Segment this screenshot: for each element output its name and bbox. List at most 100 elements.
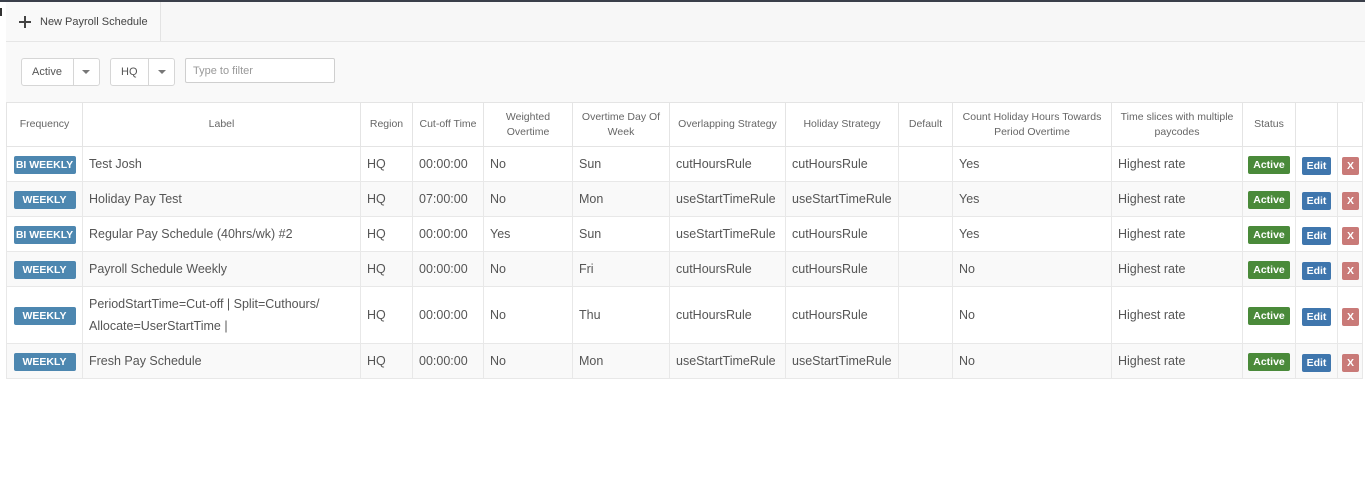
label-cell: Holiday Pay Test bbox=[82, 181, 361, 217]
holiday-cell: cutHoursRule bbox=[785, 286, 899, 344]
holiday-cell: useStartTimeRule bbox=[785, 343, 899, 379]
edit-button[interactable]: Edit bbox=[1301, 307, 1332, 326]
time-slices-cell: Highest rate bbox=[1111, 251, 1243, 287]
label-cell: PeriodStartTime=Cut-off | Split=Cuthours… bbox=[82, 286, 361, 344]
header-overlapping-strategy[interactable]: Overlapping Strategy bbox=[669, 102, 786, 147]
table-row: WEEKLY Fresh Pay Schedule HQ 00:00:00 No Mon u… bbox=[6, 343, 1363, 379]
delete-cell: X bbox=[1337, 286, 1363, 344]
status-badge: Active bbox=[1248, 353, 1290, 371]
cutoff-cell: 00:00:00 bbox=[412, 251, 484, 287]
default-cell bbox=[898, 251, 953, 287]
header-cutoff-time[interactable]: Cut-off Time bbox=[412, 102, 484, 147]
header-weighted-overtime[interactable]: Weighted Overtime bbox=[483, 102, 573, 147]
count-holiday-cell: Yes bbox=[952, 181, 1112, 217]
overlapping-cell: cutHoursRule bbox=[669, 286, 786, 344]
delete-button[interactable]: X bbox=[1342, 156, 1360, 175]
edit-button[interactable]: Edit bbox=[1301, 226, 1332, 245]
edit-cell: Edit bbox=[1295, 216, 1338, 252]
overlapping-cell: cutHoursRule bbox=[669, 251, 786, 287]
region-filter-toggle[interactable] bbox=[148, 59, 174, 85]
weighted-cell: No bbox=[483, 251, 573, 287]
default-cell bbox=[898, 343, 953, 379]
edit-cell: Edit bbox=[1295, 343, 1338, 379]
header-region[interactable]: Region bbox=[360, 102, 413, 147]
delete-button[interactable]: X bbox=[1342, 261, 1360, 280]
holiday-cell: cutHoursRule bbox=[785, 146, 899, 182]
chevron-down-icon bbox=[157, 70, 166, 74]
header-count-holiday-hours[interactable]: Count Holiday Hours Towards Period Overt… bbox=[952, 102, 1112, 147]
delete-button[interactable]: X bbox=[1342, 353, 1360, 372]
status-cell: Active bbox=[1242, 251, 1296, 287]
holiday-cell: useStartTimeRule bbox=[785, 181, 899, 217]
status-badge: Active bbox=[1248, 156, 1290, 174]
header-time-slices[interactable]: Time slices with multiple paycodes bbox=[1111, 102, 1243, 147]
edit-button[interactable]: Edit bbox=[1301, 156, 1332, 175]
label-cell: Regular Pay Schedule (40hrs/wk) #2 bbox=[82, 216, 361, 252]
cutoff-cell: 00:00:00 bbox=[412, 286, 484, 344]
frequency-badge: WEEKLY bbox=[13, 261, 76, 279]
edit-button[interactable]: Edit bbox=[1301, 191, 1332, 210]
count-holiday-cell: Yes bbox=[952, 216, 1112, 252]
overtime-day-cell: Mon bbox=[572, 181, 670, 217]
header-label[interactable]: Label bbox=[82, 102, 361, 147]
edit-cell: Edit bbox=[1295, 251, 1338, 287]
region-filter-dropdown[interactable]: HQ bbox=[110, 58, 175, 86]
frequency-badge: BI WEEKLY bbox=[13, 156, 76, 174]
time-slices-cell: Highest rate bbox=[1111, 146, 1243, 182]
header-overtime-day[interactable]: Overtime Day Of Week bbox=[572, 102, 670, 147]
status-filter-toggle[interactable] bbox=[72, 59, 99, 85]
holiday-cell: cutHoursRule bbox=[785, 216, 899, 252]
delete-cell: X bbox=[1337, 181, 1363, 217]
header-default[interactable]: Default bbox=[898, 102, 953, 147]
table-row: WEEKLY Payroll Schedule Weekly HQ 00:00:00 N… bbox=[6, 251, 1363, 287]
delete-cell: X bbox=[1337, 251, 1363, 287]
region-cell: HQ bbox=[360, 146, 413, 182]
status-cell: Active bbox=[1242, 146, 1296, 182]
region-cell: HQ bbox=[360, 343, 413, 379]
time-slices-cell: Highest rate bbox=[1111, 343, 1243, 379]
delete-button[interactable]: X bbox=[1342, 191, 1360, 210]
delete-cell: X bbox=[1337, 343, 1363, 379]
frequency-cell: WEEKLY bbox=[6, 251, 83, 287]
frequency-badge: WEEKLY bbox=[13, 191, 76, 209]
header-frequency[interactable]: Frequency bbox=[6, 102, 83, 147]
window-edge-mark bbox=[0, 8, 5, 16]
filter-bar: Active HQ bbox=[6, 42, 1365, 102]
table-row: WEEKLY PeriodStartTime=Cut-off | Split=Cu… bbox=[6, 286, 1363, 344]
weighted-cell: Yes bbox=[483, 216, 573, 252]
status-cell: Active bbox=[1242, 181, 1296, 217]
overtime-day-cell: Mon bbox=[572, 343, 670, 379]
edit-button[interactable]: Edit bbox=[1301, 353, 1332, 372]
status-filter-dropdown[interactable]: Active bbox=[21, 58, 100, 86]
header-holiday-strategy[interactable]: Holiday Strategy bbox=[785, 102, 899, 147]
overtime-day-cell: Thu bbox=[572, 286, 670, 344]
delete-button[interactable]: X bbox=[1342, 226, 1360, 245]
status-badge: Active bbox=[1248, 226, 1290, 244]
payroll-schedules-table: Frequency Label Region Cut-off Time Weig… bbox=[6, 102, 1363, 379]
chevron-down-icon bbox=[82, 70, 91, 74]
weighted-cell: No bbox=[483, 343, 573, 379]
weighted-cell: No bbox=[483, 146, 573, 182]
cutoff-cell: 00:00:00 bbox=[412, 216, 484, 252]
status-cell: Active bbox=[1242, 216, 1296, 252]
overlapping-cell: useStartTimeRule bbox=[669, 216, 786, 252]
weighted-cell: No bbox=[483, 286, 573, 344]
search-input[interactable] bbox=[185, 58, 335, 83]
frequency-cell: WEEKLY bbox=[6, 286, 83, 344]
default-cell bbox=[898, 146, 953, 182]
new-payroll-schedule-label: New Payroll Schedule bbox=[40, 15, 148, 28]
delete-button[interactable]: X bbox=[1342, 307, 1360, 326]
header-status[interactable]: Status bbox=[1242, 102, 1296, 147]
frequency-cell: BI WEEKLY bbox=[6, 216, 83, 252]
edit-button[interactable]: Edit bbox=[1301, 261, 1332, 280]
overlapping-cell: useStartTimeRule bbox=[669, 343, 786, 379]
table-row: BI WEEKLY Regular Pay Schedule (40hrs/wk)… bbox=[6, 216, 1363, 252]
new-payroll-schedule-button[interactable]: New Payroll Schedule bbox=[6, 2, 161, 41]
label-cell: Fresh Pay Schedule bbox=[82, 343, 361, 379]
edit-cell: Edit bbox=[1295, 181, 1338, 217]
overlapping-cell: useStartTimeRule bbox=[669, 181, 786, 217]
cutoff-cell: 07:00:00 bbox=[412, 181, 484, 217]
overlapping-cell: cutHoursRule bbox=[669, 146, 786, 182]
label-cell: Payroll Schedule Weekly bbox=[82, 251, 361, 287]
region-cell: HQ bbox=[360, 251, 413, 287]
